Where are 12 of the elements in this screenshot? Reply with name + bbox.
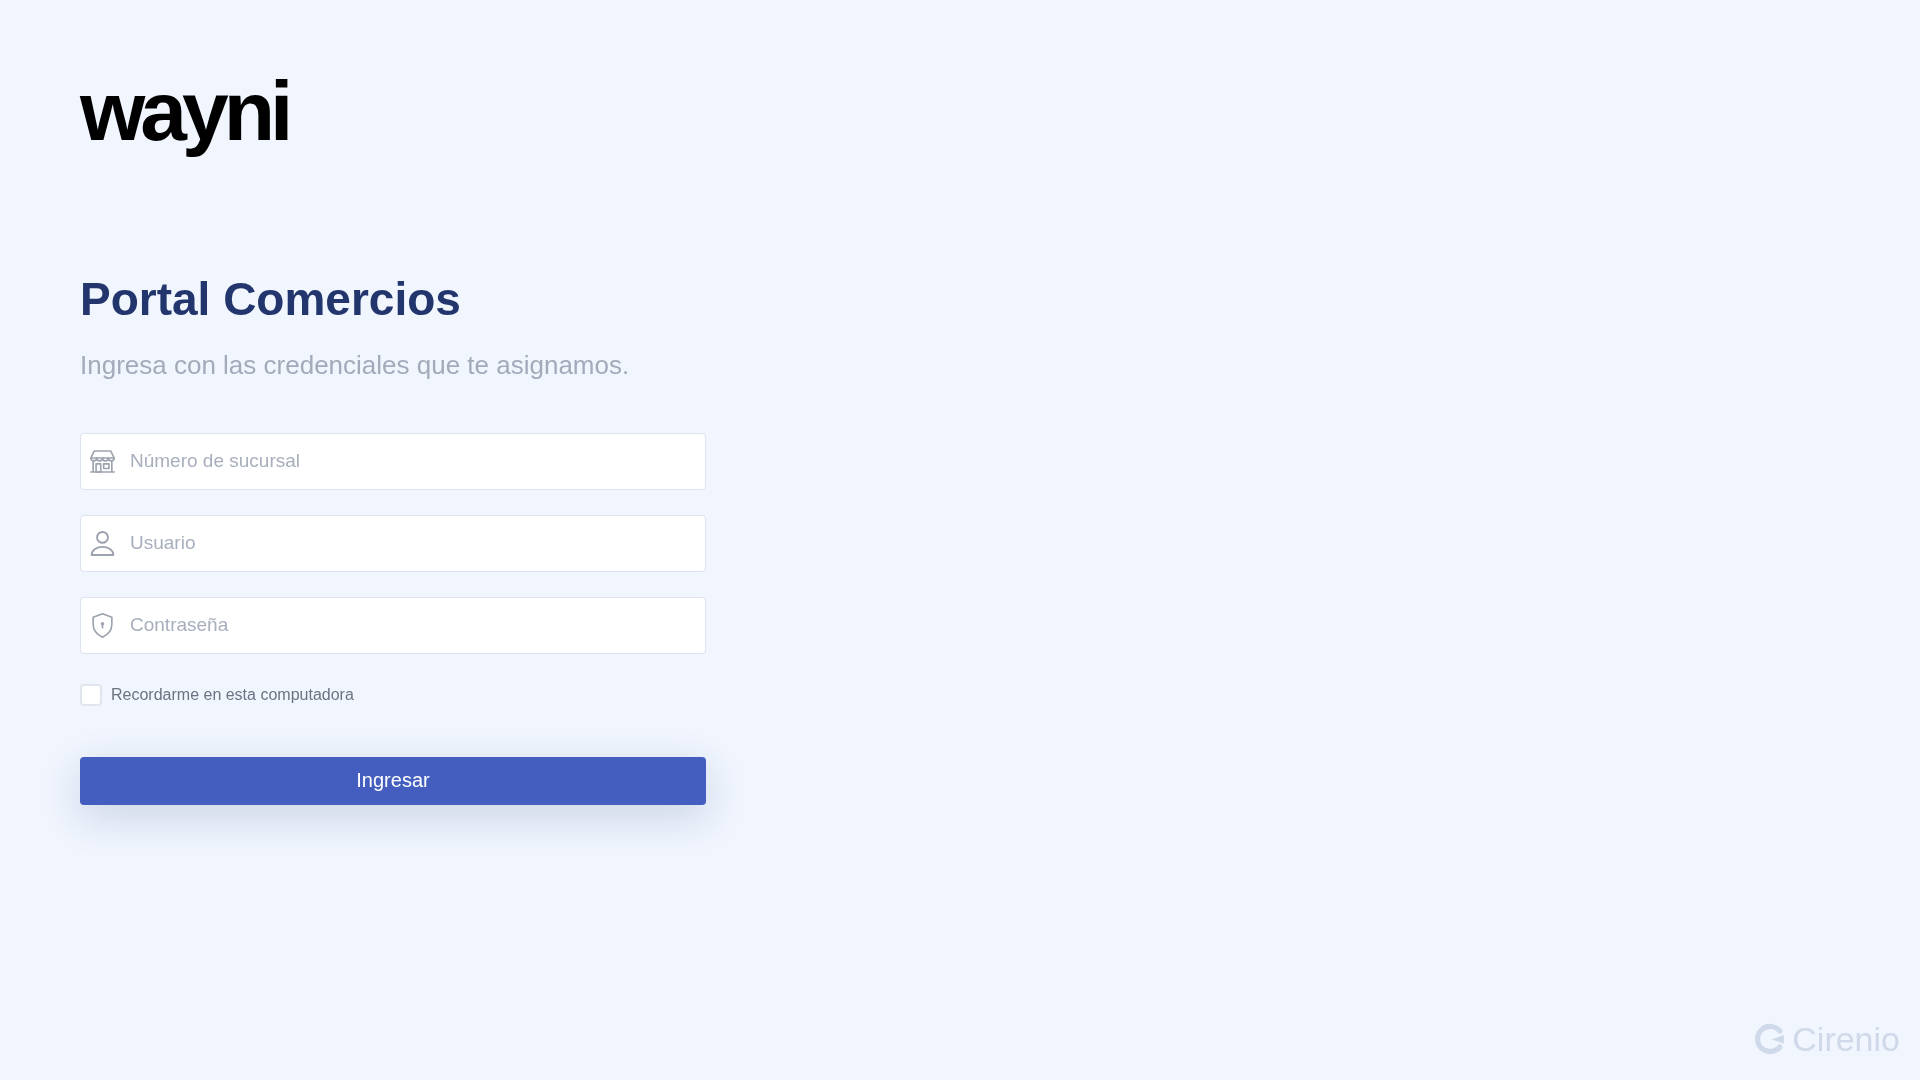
remember-label[interactable]: Recordarme en esta computadora — [111, 686, 354, 704]
store-icon — [90, 449, 115, 474]
page-subtitle: Ingresa con las credenciales que te asignamos. — [80, 349, 630, 383]
remember-checkbox[interactable] — [80, 684, 102, 706]
branch-number-field[interactable]: Número de sucursal — [80, 433, 706, 490]
username-field[interactable]: Usuario — [80, 515, 706, 572]
user-icon — [90, 531, 115, 556]
login-button[interactable]: Ingresar — [80, 757, 706, 805]
password-field[interactable]: Contraseña — [80, 597, 706, 654]
page-title: Portal Comercios — [80, 272, 461, 327]
shield-keyhole-icon — [90, 613, 115, 638]
c-logo-icon — [1753, 1023, 1786, 1056]
